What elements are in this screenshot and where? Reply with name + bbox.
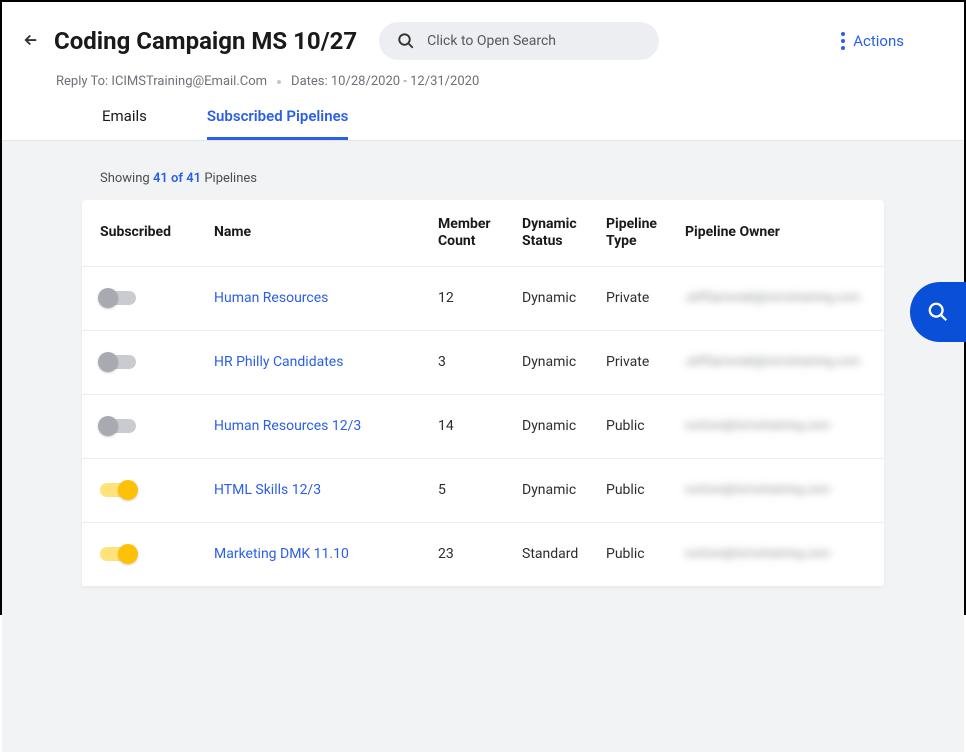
pipeline-owner: JeffSamorak@icimstraining.com	[685, 354, 865, 370]
pipeline-name-link[interactable]: Marketing DMK 11.10	[214, 546, 434, 562]
member-count: 5	[438, 482, 518, 498]
pipeline-name-link[interactable]: Human Resources 12/3	[214, 418, 434, 434]
search-icon	[397, 32, 415, 50]
separator-dot	[277, 80, 281, 84]
member-count: 23	[438, 546, 518, 562]
pipeline-type: Public	[606, 482, 681, 498]
dynamic-status: Standard	[522, 546, 602, 562]
pipeline-owner: nurture@icimstraining.com	[685, 546, 865, 562]
actions-label: Actions	[853, 32, 904, 50]
pipeline-type: Public	[606, 546, 681, 562]
table-row: HTML Skills 12/35DynamicPublicnurture@ic…	[82, 459, 884, 523]
pipeline-type: Private	[606, 354, 681, 370]
pipeline-name-link[interactable]: HTML Skills 12/3	[214, 482, 434, 498]
pipeline-owner: JeffSamorak@icimstraining.com	[685, 290, 865, 306]
dynamic-status: Dynamic	[522, 354, 602, 370]
subscribed-toggle[interactable]	[100, 291, 136, 305]
search-fab[interactable]	[910, 282, 966, 342]
table-row: Human Resources 12/314DynamicPublicnurtu…	[82, 395, 884, 459]
pipeline-name-link[interactable]: Human Resources	[214, 290, 434, 306]
pipeline-owner: nurture@icimstraining.com	[685, 418, 865, 434]
dates: Dates: 10/28/2020 - 12/31/2020	[291, 74, 479, 89]
pipeline-type: Public	[606, 418, 681, 434]
pipeline-type: Private	[606, 290, 681, 306]
pipeline-name-link[interactable]: HR Philly Candidates	[214, 354, 434, 370]
kebab-icon	[841, 32, 845, 50]
pipeline-owner: nurture@icimstraining.com	[685, 482, 865, 498]
dynamic-status: Dynamic	[522, 418, 602, 434]
table-row: Marketing DMK 11.1023StandardPublicnurtu…	[82, 523, 884, 587]
col-member-count: Member Count	[438, 216, 518, 250]
dynamic-status: Dynamic	[522, 290, 602, 306]
subscribed-toggle[interactable]	[100, 419, 136, 433]
table-header: Subscribed Name Member Count Dynamic Sta…	[82, 200, 884, 267]
subscribed-toggle[interactable]	[100, 355, 136, 369]
search-input[interactable]: Click to Open Search	[379, 22, 659, 60]
member-count: 12	[438, 290, 518, 306]
reply-to: Reply To: ICIMSTraining@Email.Com	[56, 74, 267, 89]
member-count: 3	[438, 354, 518, 370]
table-row: HR Philly Candidates3DynamicPrivateJeffS…	[82, 331, 884, 395]
search-icon	[927, 301, 949, 323]
col-dynamic-status: Dynamic Status	[522, 216, 602, 250]
back-arrow-icon[interactable]	[22, 31, 40, 52]
member-count: 14	[438, 418, 518, 434]
tab-subscribed-pipelines[interactable]: Subscribed Pipelines	[207, 107, 348, 140]
subscribed-toggle[interactable]	[100, 547, 136, 561]
table-row: Human Resources12DynamicPrivateJeffSamor…	[82, 267, 884, 331]
pipelines-table: Subscribed Name Member Count Dynamic Sta…	[82, 200, 884, 587]
col-name: Name	[214, 224, 434, 241]
showing-count: Showing 41 of 41 Pipelines	[100, 171, 884, 186]
col-subscribed: Subscribed	[100, 224, 210, 241]
search-placeholder: Click to Open Search	[427, 33, 556, 49]
actions-menu[interactable]: Actions	[841, 32, 904, 50]
col-pipeline-type: Pipeline Type	[606, 216, 681, 250]
col-pipeline-owner: Pipeline Owner	[685, 224, 865, 241]
tab-emails[interactable]: Emails	[102, 107, 147, 140]
page-title: Coding Campaign MS 10/27	[54, 27, 357, 55]
subscribed-toggle[interactable]	[100, 483, 136, 497]
dynamic-status: Dynamic	[522, 482, 602, 498]
